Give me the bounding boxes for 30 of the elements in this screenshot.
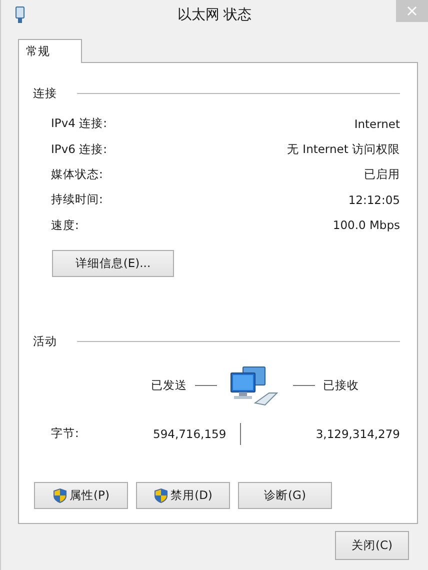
ethernet-icon	[15, 6, 25, 24]
bytes-received: 3,129,314,279	[314, 426, 400, 441]
shield-button[interactable]: 禁用(D)	[136, 482, 230, 509]
close-dialog-button[interactable]: 关闭(C)	[335, 531, 409, 560]
sent-label: 已发送	[151, 378, 187, 394]
action-button[interactable]: 诊断(G)	[238, 482, 332, 509]
bytes-label: 字节:	[51, 426, 80, 442]
close-button[interactable]	[396, 0, 428, 22]
field-label: 媒体状态:	[51, 166, 103, 182]
received-label: 已接收	[323, 378, 359, 394]
field-label: 速度:	[51, 218, 79, 233]
shield-button[interactable]: 属性(P)	[34, 482, 128, 509]
field-value: 100.0 Mbps	[332, 218, 400, 232]
group-heading: 连接	[33, 86, 57, 101]
field-label: IPv6 连接:	[51, 142, 107, 157]
bytes-sent: 594,716,159	[153, 426, 228, 441]
details-button[interactable]: 详细信息(E)...	[52, 250, 174, 277]
shield-icon	[52, 488, 67, 503]
field-label: 持续时间:	[51, 192, 103, 208]
tab[interactable]: 常规	[18, 39, 82, 63]
group-heading: 活动	[33, 334, 57, 349]
field-value: 无 Internet 访问权限	[287, 142, 400, 157]
field-value: 已启用	[364, 166, 400, 182]
field-value: Internet	[354, 116, 400, 131]
network-computers-icon	[229, 364, 281, 407]
field-value: 12:12:05	[348, 192, 400, 207]
close-icon	[407, 6, 417, 16]
field-label: IPv4 连接:	[51, 116, 107, 132]
shield-icon	[154, 488, 168, 503]
window-title: 以太网 状态	[177, 6, 252, 24]
